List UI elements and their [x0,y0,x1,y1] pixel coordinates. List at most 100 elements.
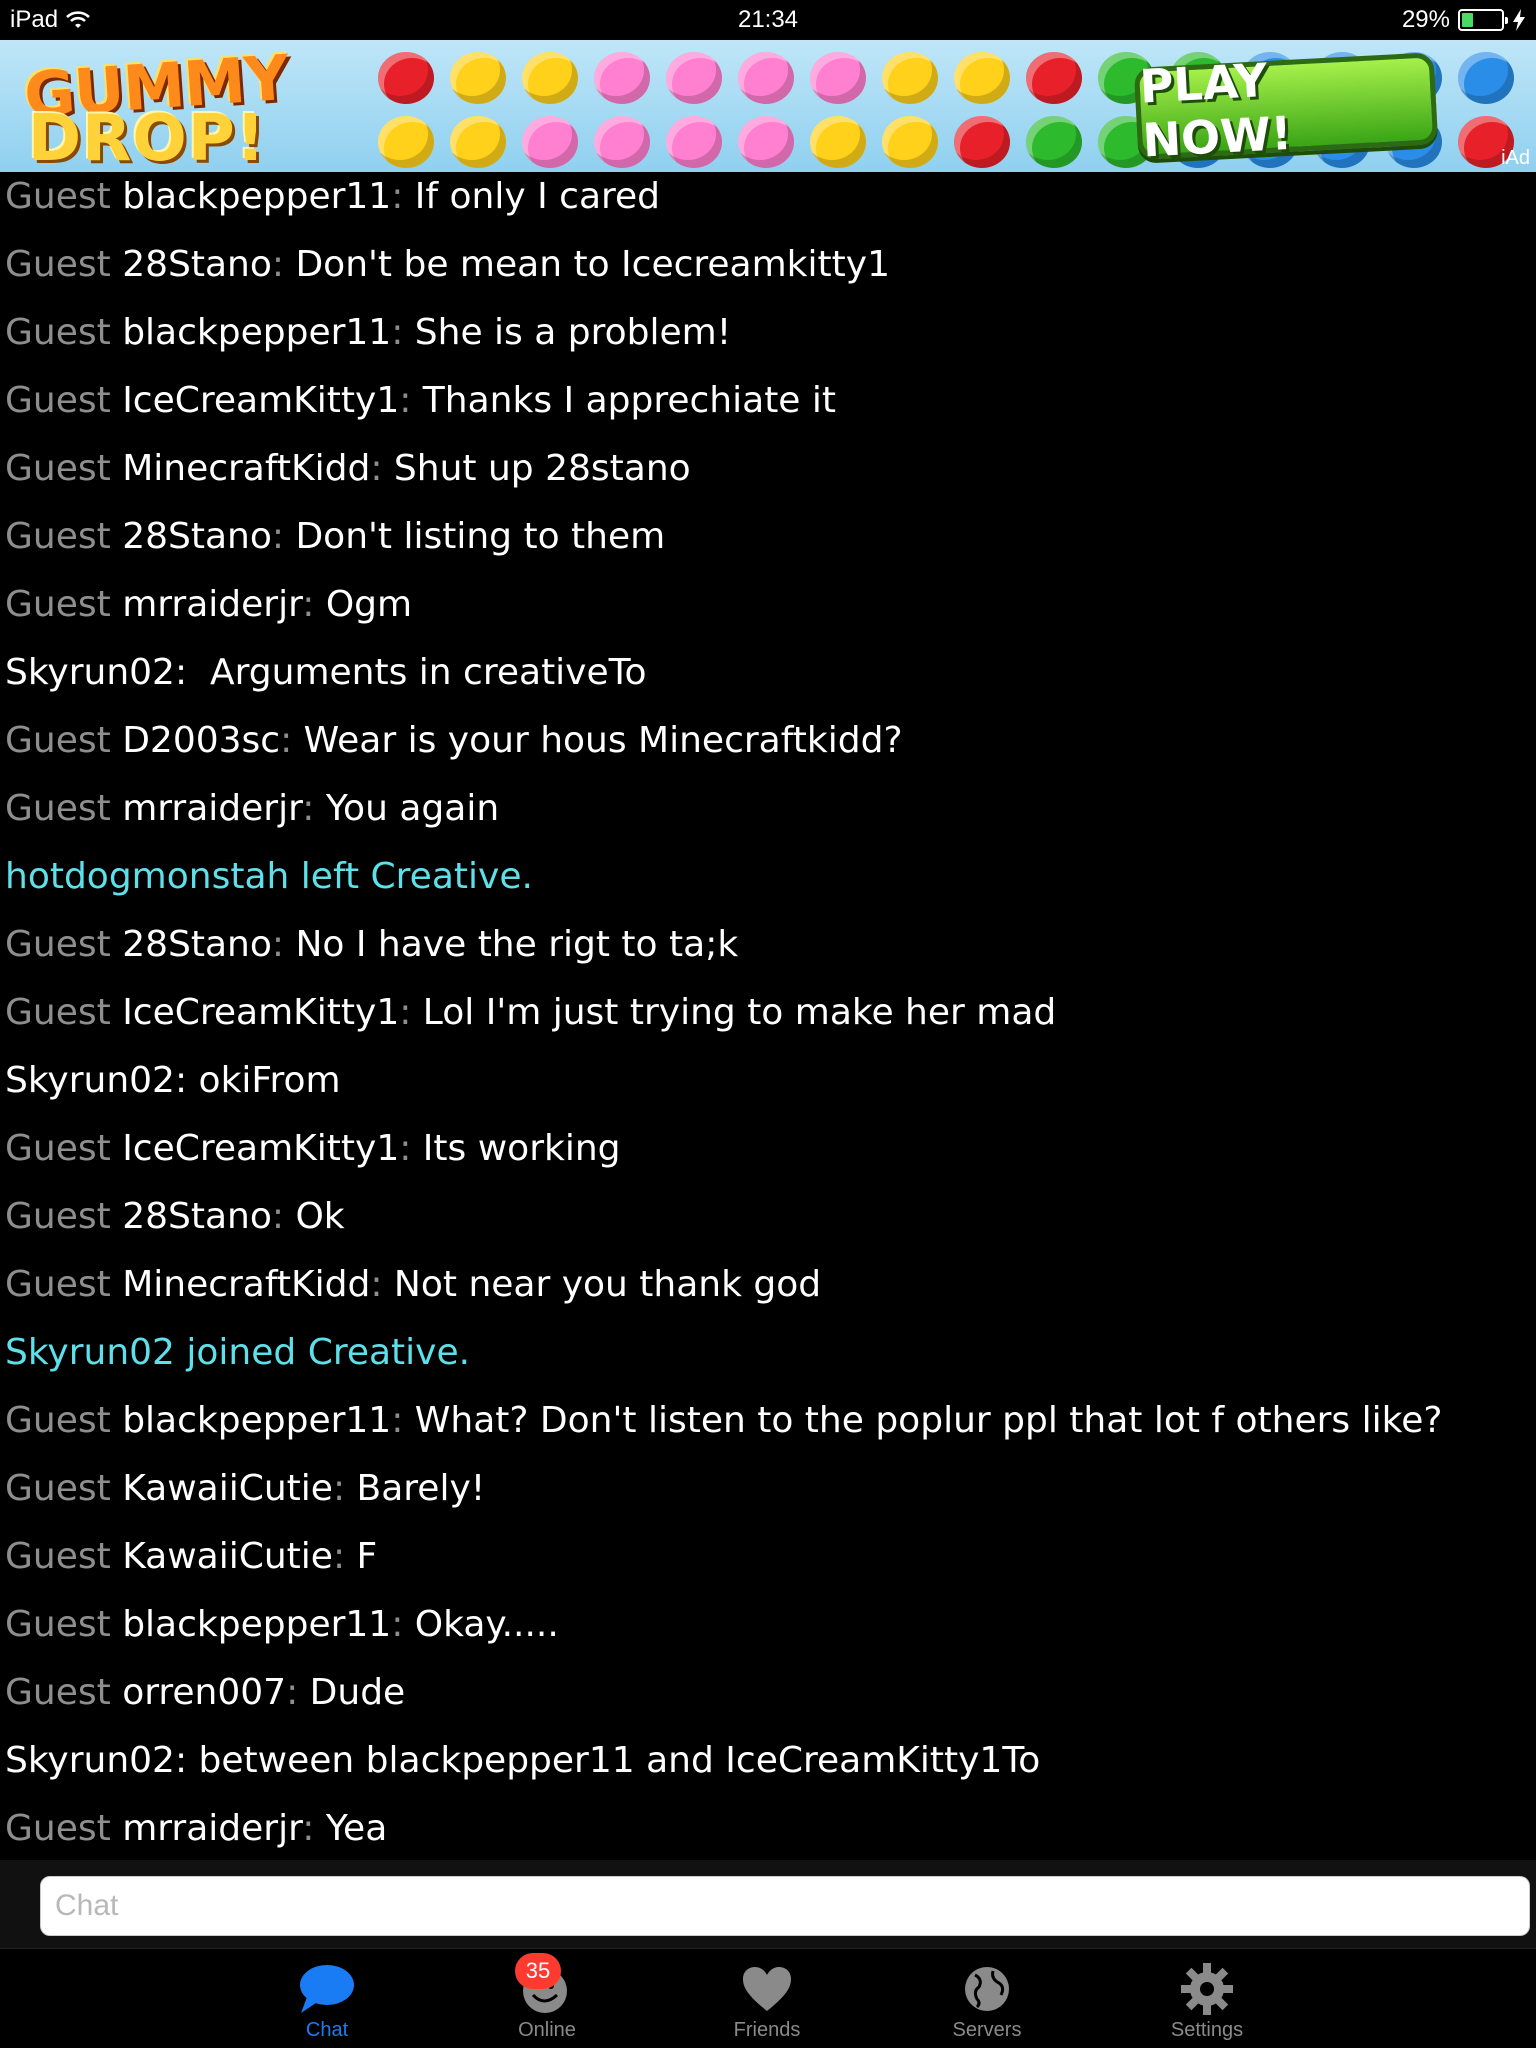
message-text: Yea [314,1808,388,1849]
username[interactable]: MinecraftKidd [122,1264,370,1305]
tab-friends[interactable]: Friends [697,1955,837,2048]
username[interactable]: mrraiderjr [122,788,302,829]
candy-icon [594,116,650,168]
message-text: Don't be mean to Icecreamkitty1 [284,244,890,285]
user-rank: Guest [5,584,111,625]
chat-message[interactable]: Guest 28Stano: No I have the rigt to ta;… [5,925,738,965]
username[interactable]: 28Stano [122,924,272,965]
user-rank: Guest [5,1196,111,1237]
separator: : [271,1196,285,1237]
chat-message[interactable]: Skyrun02: between blackpepper11 and IceC… [5,1741,1040,1781]
tab-online[interactable]: 35 Online [477,1953,617,2048]
username[interactable]: D2003sc [122,720,280,761]
chat-message[interactable]: Skyrun02: okiFrom [5,1061,341,1101]
chat-message[interactable]: Skyrun02: Arguments in creativeTo [5,653,647,693]
separator: : [399,1128,412,1169]
chat-message[interactable]: Guest 28Stano: Ok [5,1197,345,1237]
candy-icon [522,52,578,104]
chat-message[interactable]: Guest D2003sc: Wear is your hous Minecra… [5,721,903,761]
play-now-button[interactable]: PLAY NOW! [1133,52,1439,168]
username[interactable]: 28Stano [122,244,272,285]
user-rank: Guest [5,992,111,1033]
username[interactable]: mrraiderjr [122,584,302,625]
chat-message[interactable]: Guest IceCreamKitty1: Thanks I apprechia… [5,381,836,421]
chat-message[interactable]: Guest KawaiiCutie: Barely! [5,1469,485,1509]
username[interactable]: Skyrun02: [5,1740,187,1781]
candy-icon [738,116,794,168]
chat-message[interactable]: Guest mrraiderjr: Ogm [5,585,412,625]
chat-log[interactable]: Guest blackpepper11: If only I cared Gues… [0,172,1536,1860]
username[interactable]: 28Stano [122,1196,272,1237]
candy-icon [954,52,1010,104]
username[interactable]: blackpepper11 [122,1400,391,1441]
message-text: Okay..... [403,1604,559,1645]
ad-logo-line2: DROP! [28,102,266,172]
username[interactable]: IceCreamKitty1 [122,1128,399,1169]
tab-label: Friends [733,2019,801,2041]
chat-bubble-icon [300,1965,354,2013]
separator: : [302,584,315,625]
username[interactable]: IceCreamKitty1 [122,992,399,1033]
chat-message[interactable]: Guest mrraiderjr: Yea [5,1809,387,1849]
chat-message[interactable]: Guest blackpepper11: If only I cared [5,177,660,217]
user-rank: Guest [5,1808,111,1849]
username[interactable]: KawaiiCutie [122,1468,333,1509]
message-text: Don't listing to them [284,516,666,557]
candy-icon [810,52,866,104]
username[interactable]: mrraiderjr [122,1808,302,1849]
chat-event[interactable]: hotdogmonstah left Creative. [5,857,533,897]
tab-bar: Chat 35 Online Friends Servers Settings [0,1948,1536,2048]
username[interactable]: KawaiiCutie [122,1536,333,1577]
chat-message[interactable]: Guest orren007: Dude [5,1673,405,1713]
candy-icon [882,52,938,104]
chat-message[interactable]: Guest blackpepper11: She is a problem! [5,313,731,353]
tab-label: Settings [1170,2019,1244,2041]
tab-settings[interactable]: Settings [1137,1955,1277,2048]
message-text: No I have the rigt to ta;k [284,924,739,965]
chat-message[interactable]: Guest IceCreamKitty1: Lol I'm just tryin… [5,993,1056,1033]
username[interactable]: blackpepper11 [122,1604,391,1645]
candy-icon [450,116,506,168]
message-text: Barely! [345,1468,486,1509]
candy-icon [1458,52,1514,104]
username[interactable]: Skyrun02: [5,1060,187,1101]
chat-input[interactable] [40,1876,1530,1936]
candy-icon [1026,116,1082,168]
chat-message[interactable]: Guest blackpepper11: What? Don't listen … [5,1401,1442,1441]
separator: : [391,1400,404,1441]
chat-message[interactable]: Guest MinecraftKidd: Not near you thank … [5,1265,821,1305]
user-rank: Guest [5,312,111,353]
ad-logo: GUMMY DROP! [18,41,348,172]
tab-servers[interactable]: Servers [917,1955,1057,2048]
username[interactable]: blackpepper11 [122,312,391,353]
ad-banner[interactable]: GUMMY DROP! PLAY NOW! iAd [0,40,1536,172]
chat-message[interactable]: Guest MinecraftKidd: Shut up 28stano [5,449,691,489]
message-text: What? Don't listen to the poplur ppl tha… [403,1400,1443,1441]
candy-icon [738,52,794,104]
chat-message[interactable]: Guest 28Stano: Don't listing to them [5,517,665,557]
battery-percent: 29% [1401,6,1450,33]
message-text: Thanks I apprechiate it [411,380,837,421]
username[interactable]: 28Stano [122,516,272,557]
status-bar: iPad 21:34 29% [0,0,1536,40]
message-text: You again [314,788,500,829]
chat-message[interactable]: Guest mrraiderjr: You again [5,789,499,829]
username[interactable]: Skyrun02: [5,652,187,693]
candy-icon [810,116,866,168]
username[interactable]: orren007 [122,1672,286,1713]
username[interactable]: MinecraftKidd [122,448,370,489]
chat-message[interactable]: Guest KawaiiCutie: F [5,1537,377,1577]
user-rank: Guest [5,1128,111,1169]
chat-message[interactable]: Guest blackpepper11: Okay..... [5,1605,559,1645]
tab-chat[interactable]: Chat [257,1955,397,2048]
chat-message[interactable]: Guest IceCreamKitty1: Its working [5,1129,621,1169]
separator: : [391,312,404,353]
status-right: 29% [1402,6,1526,34]
chat-event[interactable]: Skyrun02 joined Creative. [5,1333,470,1373]
username[interactable]: blackpepper11 [122,176,391,217]
candy-icon [378,116,434,168]
gear-icon [1181,1963,1233,2015]
chat-message[interactable]: Guest 28Stano: Don't be mean to Icecream… [5,245,890,285]
separator: : [302,788,315,829]
username[interactable]: IceCreamKitty1 [122,380,399,421]
